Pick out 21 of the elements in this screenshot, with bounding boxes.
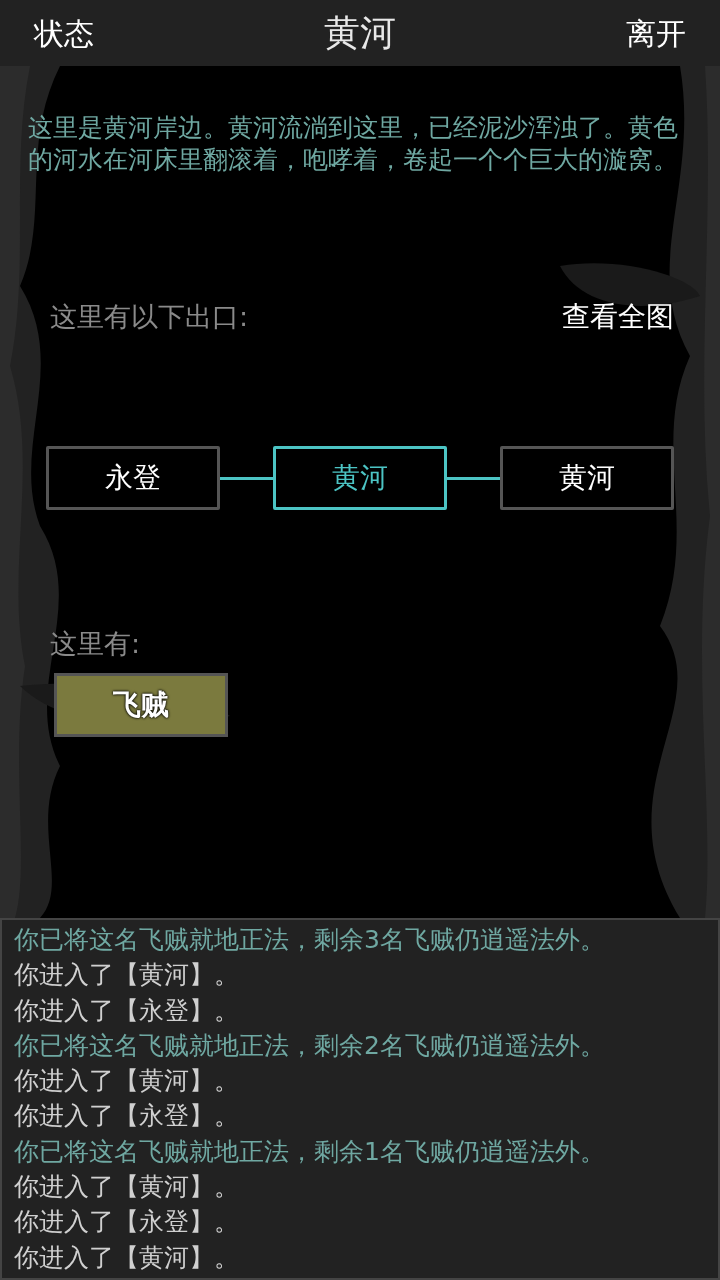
exit-room-button[interactable]: 永登	[46, 446, 220, 510]
present-label: 这里有:	[50, 627, 142, 661]
log-line: 你已将这名飞贼就地正法，剩余3名飞贼仍逍遥法外。	[14, 924, 606, 956]
log-line: 你进入了【黄河】。	[14, 1241, 240, 1274]
location-description: 这里是黄河岸边。黄河流淌到这里，已经泥沙浑浊了。黄色的河水在河床里翻滚着，咆哮着，卷起一个个巨大的漩窝。	[28, 112, 679, 176]
log-line: 你进入了【黄河】。	[14, 1171, 240, 1204]
leave-button[interactable]: 离开	[626, 10, 686, 56]
log-line: 你进入了【永登】。	[14, 994, 240, 1027]
log-line: 你进入了【黄河】。	[14, 959, 240, 992]
status-button[interactable]: 状态	[34, 10, 94, 56]
log-line: 你已将这名飞贼就地正法，剩余2名飞贼仍逍遥法外。	[14, 1029, 606, 1062]
exits-label: 这里有以下出口:	[50, 299, 249, 334]
log-line: 你已将这名飞贼就地正法，剩余1名飞贼仍逍遥法外。	[14, 1135, 606, 1168]
full-map-button[interactable]: 查看全图	[562, 296, 674, 338]
log-line: 你进入了【永登】。	[14, 1206, 240, 1239]
exit-room-button[interactable]: 黄河	[273, 446, 447, 510]
location-title: 黄河	[324, 11, 396, 55]
log-line: 你进入了【永登】。	[14, 1100, 240, 1133]
log-line: 你进入了【黄河】。	[14, 1065, 240, 1098]
exit-room-button[interactable]: 黄河	[500, 446, 674, 510]
npc-button[interactable]: 飞贼	[54, 672, 228, 737]
